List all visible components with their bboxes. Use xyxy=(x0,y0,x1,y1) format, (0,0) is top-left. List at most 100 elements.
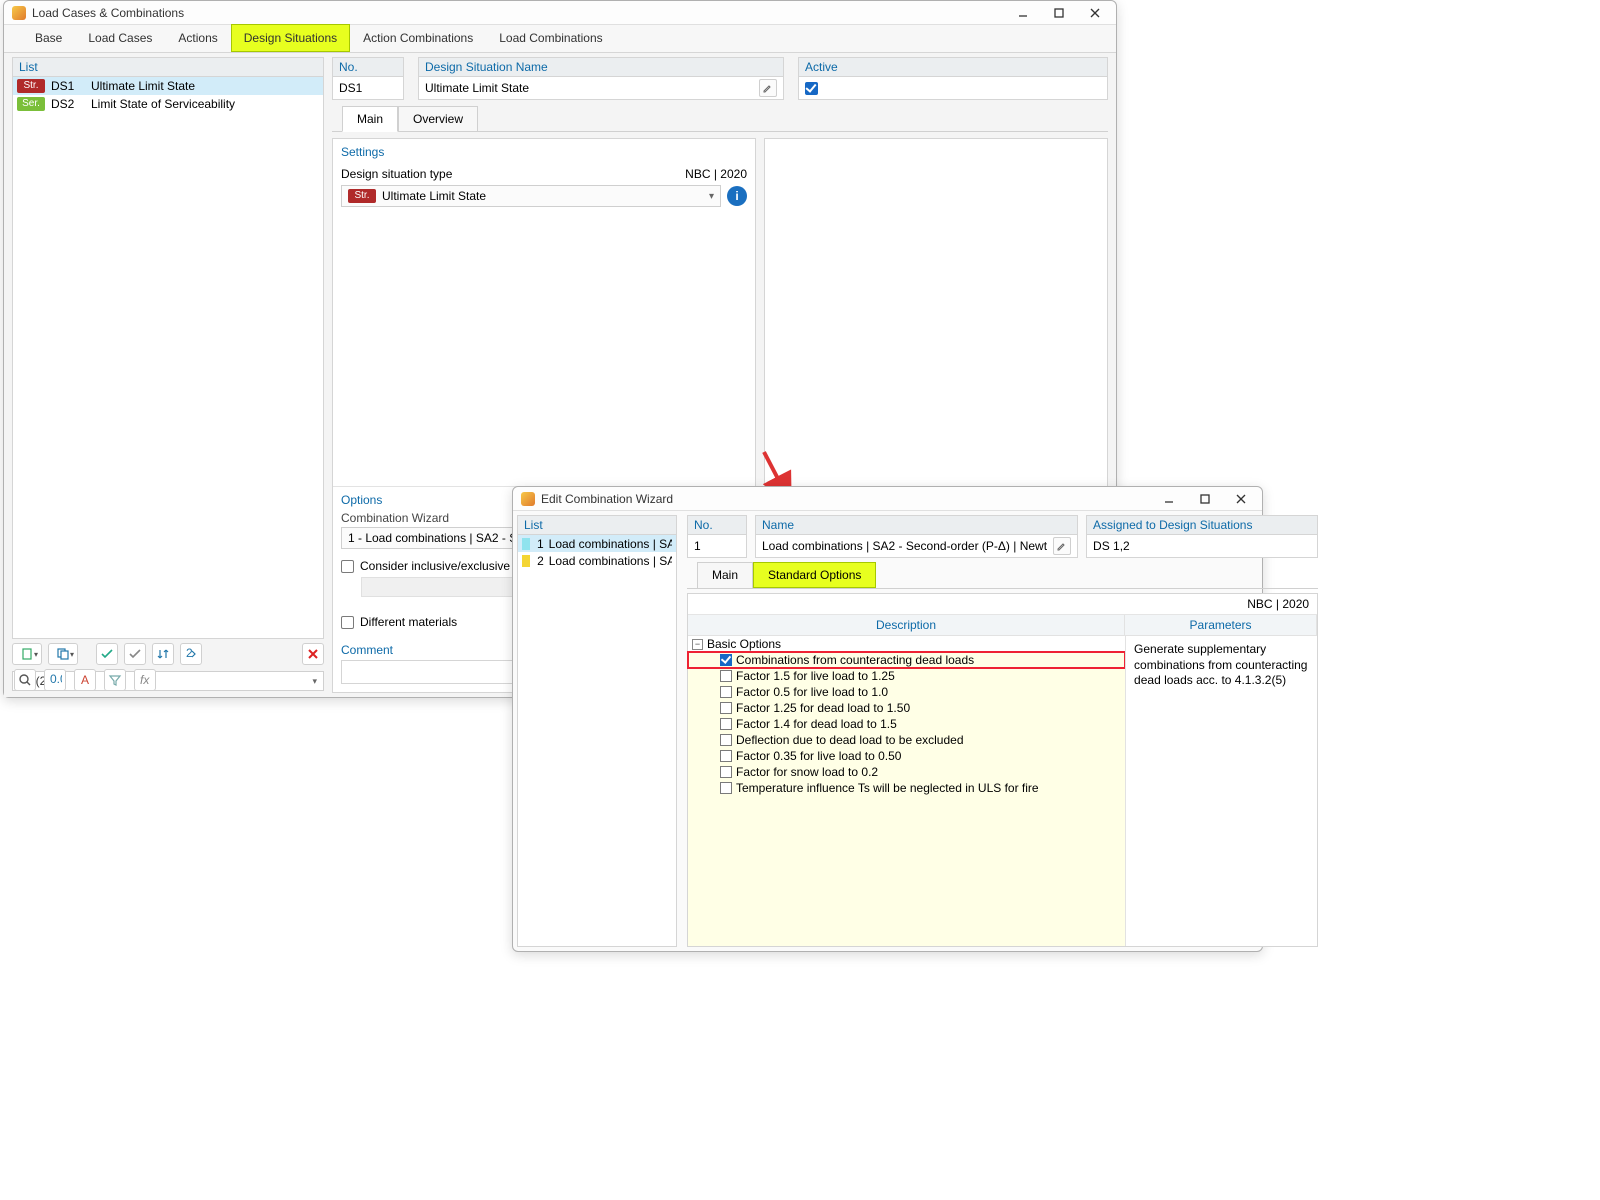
tag-ser: Ser. xyxy=(17,97,45,111)
wizard-row-1[interactable]: 1 Load combinations | SA2 - Secon xyxy=(518,535,676,552)
ds-name: Ultimate Limit State xyxy=(91,79,195,93)
delete-button[interactable] xyxy=(302,643,324,665)
tree-item[interactable]: Factor 1.5 for live load to 1.25 xyxy=(688,668,1125,684)
maximize-button[interactable] xyxy=(1050,4,1068,22)
check-button-1[interactable] xyxy=(96,643,118,665)
tree-checkbox[interactable] xyxy=(720,718,732,730)
tree-item[interactable]: Deflection due to dead load to be exclud… xyxy=(688,732,1125,748)
subtab-standard-options[interactable]: Standard Options xyxy=(753,562,876,588)
copy-button[interactable] xyxy=(48,643,78,665)
tree-item-label: Factor 0.5 for live load to 1.0 xyxy=(736,685,888,699)
active-field xyxy=(798,76,1108,100)
design-situation-type-label: Design situation type xyxy=(341,167,452,181)
check-button-2[interactable] xyxy=(124,643,146,665)
tree-checkbox[interactable] xyxy=(720,654,732,666)
tool-text-icon[interactable]: A xyxy=(74,669,96,691)
info-icon[interactable]: i xyxy=(727,186,747,206)
tree-checkbox[interactable] xyxy=(720,670,732,682)
row-text: Load combinations | SA2 - Secon xyxy=(549,537,672,551)
tab-design-situations[interactable]: Design Situations xyxy=(231,24,350,52)
list-row-ds2[interactable]: Ser. DS2 Limit State of Serviceability xyxy=(13,95,323,113)
subtab-main[interactable]: Main xyxy=(342,106,398,132)
row-text: Load combinations | SA1 - Geom xyxy=(549,554,672,568)
sub-name-header: Name xyxy=(755,515,1078,534)
row-num: 1 xyxy=(535,537,543,551)
sub-no-header: No. xyxy=(687,515,747,534)
sub-rename-icon[interactable] xyxy=(1053,537,1071,555)
wizard-row-2[interactable]: 2 Load combinations | SA1 - Geom xyxy=(518,552,676,569)
renumber-button[interactable]: 2 xyxy=(180,643,202,665)
sub-no-field[interactable]: 1 xyxy=(687,534,747,558)
collapse-icon[interactable]: − xyxy=(692,639,703,650)
tool-search-icon[interactable] xyxy=(14,669,36,691)
tree-item[interactable]: Factor 1.25 for dead load to 1.50 xyxy=(688,700,1125,716)
tree-item-label: Combinations from counteracting dead loa… xyxy=(736,653,974,667)
list-row-ds1[interactable]: Str. DS1 Ultimate Limit State xyxy=(13,77,323,95)
active-checkbox[interactable] xyxy=(805,82,818,95)
name-value: Ultimate Limit State xyxy=(425,81,529,95)
new-button[interactable] xyxy=(12,643,42,665)
different-materials-checkbox[interactable] xyxy=(341,616,354,629)
tab-actions[interactable]: Actions xyxy=(165,24,230,52)
no-header: No. xyxy=(332,57,404,76)
tree-item[interactable]: Temperature influence Ts will be neglect… xyxy=(688,780,1125,796)
tree-item-label: Factor 0.35 for live load to 0.50 xyxy=(736,749,901,763)
list-header: List xyxy=(12,57,324,76)
inclusive-exclusive-checkbox[interactable] xyxy=(341,560,354,573)
close-button[interactable] xyxy=(1086,4,1104,22)
tree-checkbox[interactable] xyxy=(720,702,732,714)
subtab-overview[interactable]: Overview xyxy=(398,106,478,131)
tree-item[interactable]: Combinations from counteracting dead loa… xyxy=(688,652,1125,668)
tree-item[interactable]: Factor for snow load to 0.2 xyxy=(688,764,1125,780)
norm-label: NBC | 2020 xyxy=(685,167,747,181)
no-value: DS1 xyxy=(339,81,362,95)
minimize-button[interactable] xyxy=(1014,4,1032,22)
tab-action-combinations[interactable]: Action Combinations xyxy=(350,24,486,52)
tab-load-combinations[interactable]: Load Combinations xyxy=(486,24,615,52)
design-situation-type-combo[interactable]: Str. Ultimate Limit State ▾ xyxy=(341,185,721,207)
sub-minimize-button[interactable] xyxy=(1160,490,1178,508)
sub-name-field[interactable]: Load combinations | SA2 - Second-order (… xyxy=(755,534,1078,558)
tree-checkbox[interactable] xyxy=(720,766,732,778)
rename-icon[interactable] xyxy=(759,79,777,97)
tab-base[interactable]: Base xyxy=(22,24,75,52)
app-icon xyxy=(521,492,535,506)
tree-checkbox[interactable] xyxy=(720,686,732,698)
tool-filter-icon[interactable] xyxy=(104,669,126,691)
tree-item-label: Factor 1.25 for dead load to 1.50 xyxy=(736,701,910,715)
main-titlebar: Load Cases & Combinations xyxy=(4,1,1116,25)
tree-item[interactable]: Factor 1.4 for dead load to 1.5 xyxy=(688,716,1125,732)
svg-text:2: 2 xyxy=(186,647,193,660)
name-field[interactable]: Ultimate Limit State xyxy=(418,76,784,100)
tree-item[interactable]: Factor 0.35 for live load to 0.50 xyxy=(688,748,1125,764)
sub-close-button[interactable] xyxy=(1232,490,1250,508)
tree-checkbox[interactable] xyxy=(720,734,732,746)
sub-list-header: List xyxy=(517,515,677,534)
row-num: 2 xyxy=(535,554,543,568)
parameters-text: Generate supplementary combinations from… xyxy=(1134,642,1309,689)
svg-text:fx: fx xyxy=(140,673,150,687)
tree-item[interactable]: Factor 0.5 for live load to 1.0 xyxy=(688,684,1125,700)
app-icon xyxy=(12,6,26,20)
assigned-value: DS 1,2 xyxy=(1093,539,1130,553)
options-tree[interactable]: − Basic Options Combinations from counte… xyxy=(688,636,1125,946)
subtab-sub-main[interactable]: Main xyxy=(697,562,753,588)
design-situation-list[interactable]: Str. DS1 Ultimate Limit State Ser. DS2 L… xyxy=(12,76,324,639)
tool-units-icon[interactable]: 0.0 xyxy=(44,669,66,691)
sub-window-title: Edit Combination Wizard xyxy=(541,492,1160,506)
sub-maximize-button[interactable] xyxy=(1196,490,1214,508)
tree-checkbox[interactable] xyxy=(720,782,732,794)
no-field[interactable]: DS1 xyxy=(332,76,404,100)
combo-value: Ultimate Limit State xyxy=(382,189,486,203)
sort-button[interactable] xyxy=(152,643,174,665)
tool-script-icon[interactable]: fx xyxy=(134,669,156,691)
sub-norm-label: NBC | 2020 xyxy=(1247,597,1309,611)
assigned-header: Assigned to Design Situations xyxy=(1086,515,1318,534)
tree-checkbox[interactable] xyxy=(720,750,732,762)
tab-load-cases[interactable]: Load Cases xyxy=(75,24,165,52)
tree-item-label: Factor for snow load to 0.2 xyxy=(736,765,878,779)
wizard-list[interactable]: 1 Load combinations | SA2 - Secon 2 Load… xyxy=(517,534,677,947)
combo-tag: Str. xyxy=(348,189,376,203)
assigned-field[interactable]: DS 1,2 xyxy=(1086,534,1318,558)
sub-window: Edit Combination Wizard List 1 Load comb… xyxy=(512,486,1263,952)
